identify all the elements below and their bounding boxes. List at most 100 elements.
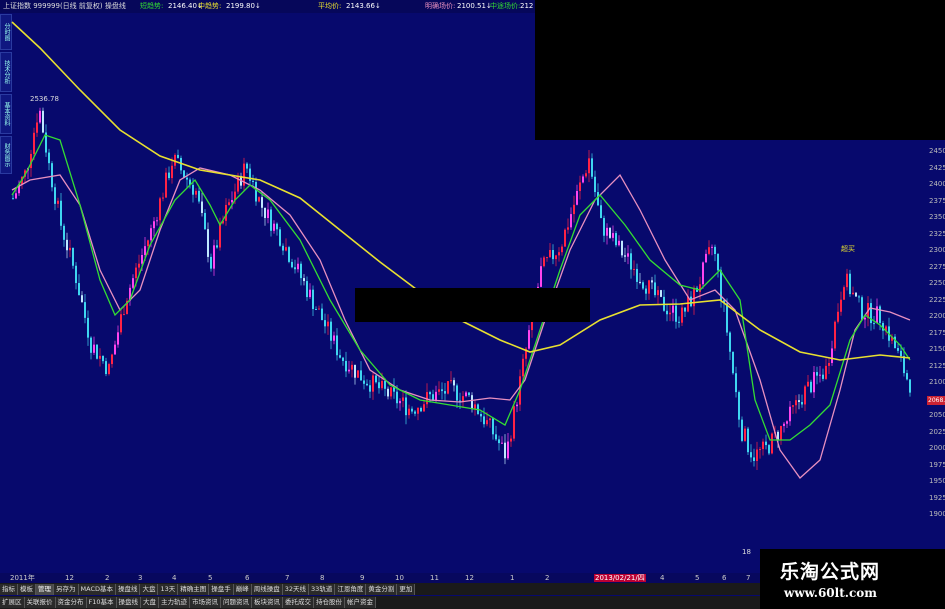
candle-body xyxy=(339,355,341,358)
candle-body xyxy=(780,425,782,441)
candle-body xyxy=(444,391,446,394)
indicator-tab[interactable]: 巅峰 xyxy=(233,584,252,595)
candle-body xyxy=(543,257,545,267)
y-tick: 1950 xyxy=(929,477,945,485)
indicator-tab[interactable]: 大盘 xyxy=(140,584,159,595)
y-tick: 2150 xyxy=(929,345,945,353)
x-tick: 11 xyxy=(430,574,439,582)
indicator-tab[interactable]: 另存为 xyxy=(54,584,79,595)
candle-body xyxy=(654,282,656,296)
candle-body xyxy=(615,233,617,246)
candle-body xyxy=(294,267,296,270)
candle-body xyxy=(813,372,815,393)
candle-body xyxy=(597,192,599,206)
candle-body xyxy=(108,364,110,375)
candle-body xyxy=(168,172,170,179)
current-price-tag: 2068.6 xyxy=(927,396,945,405)
y-tick: 2275 xyxy=(929,262,945,271)
candle-body xyxy=(588,158,590,174)
candle-body xyxy=(381,380,383,389)
indicator-tab[interactable]: 操盘手 xyxy=(209,584,234,595)
function-tab[interactable]: 大盘 xyxy=(141,597,160,608)
indicator-tab[interactable]: 更加 xyxy=(397,584,416,595)
indicator-tab[interactable]: 指标 xyxy=(0,584,18,595)
candle-body xyxy=(276,223,278,230)
function-tab[interactable]: 主力轨迹 xyxy=(159,597,191,608)
candle-body xyxy=(633,268,635,270)
candle-body xyxy=(630,253,632,270)
candle-body xyxy=(894,336,896,349)
candle-body xyxy=(480,413,482,417)
low-price-label: 18 xyxy=(742,548,751,556)
indicator-tab[interactable]: 13天 xyxy=(158,584,179,595)
candle-body xyxy=(420,407,422,412)
indicator-tab[interactable]: 周线操盘 xyxy=(251,584,283,595)
candle-body xyxy=(12,198,14,200)
candle-body xyxy=(501,442,503,444)
candle-body xyxy=(561,246,563,253)
candle-body xyxy=(642,282,644,289)
candle-body xyxy=(540,266,542,287)
candle-body xyxy=(282,245,284,251)
indicator-tab[interactable]: 管理 xyxy=(36,584,54,595)
date-axis: 2011年 12 2 3 4 5 6 7 8 9 10 11 12 1 2 2013/02/21/四 4 5 6 7 xyxy=(0,573,760,583)
candle-body xyxy=(258,197,260,202)
indicator-tab[interactable]: 33轨道 xyxy=(309,584,336,595)
y-tick: 2325 xyxy=(929,229,945,238)
indicator-tab[interactable]: 江恩角度 xyxy=(335,584,367,595)
candle-body xyxy=(651,280,653,283)
candle-body xyxy=(483,416,485,425)
indicator-tab[interactable]: 黄金分割 xyxy=(366,584,398,595)
candle-body xyxy=(120,314,122,333)
candle-body xyxy=(306,281,308,298)
candle-body xyxy=(609,227,611,238)
function-tab[interactable]: 持仓股份 xyxy=(314,597,346,608)
indicator-tab[interactable]: 模板 xyxy=(18,584,36,595)
candle-body xyxy=(84,302,86,318)
candle-body xyxy=(684,307,686,312)
x-tick: 2013/02/21/四 xyxy=(594,574,646,582)
candle-body xyxy=(138,263,140,268)
function-tab[interactable]: 帐户资金 xyxy=(345,597,377,608)
candle-body xyxy=(48,152,50,164)
candle-body xyxy=(636,268,638,282)
candle-body xyxy=(726,303,728,333)
y-tick: 2050 xyxy=(929,411,945,419)
candle-body xyxy=(384,380,386,389)
candle-body xyxy=(150,228,152,241)
candle-body xyxy=(843,287,845,300)
indicator-tab[interactable]: MACD基本 xyxy=(78,584,116,595)
function-tab[interactable]: 市场资讯 xyxy=(190,597,222,608)
candle-body xyxy=(462,396,464,402)
candle-body xyxy=(792,405,794,407)
candle-body xyxy=(423,404,425,412)
candle-body xyxy=(54,187,56,204)
candle-body xyxy=(558,252,560,256)
function-tab[interactable]: 委托成交 xyxy=(283,597,315,608)
function-tab[interactable]: 操盘线 xyxy=(116,597,142,608)
function-tab[interactable]: F10基本 xyxy=(86,597,117,608)
indicator-tab[interactable]: 32天线 xyxy=(282,584,310,595)
candle-body xyxy=(507,441,509,459)
candle-body xyxy=(669,312,671,315)
candle-body xyxy=(450,380,452,382)
candle-body xyxy=(228,202,230,205)
candle-body xyxy=(738,392,740,420)
candle-body xyxy=(879,306,881,323)
candle-body xyxy=(42,110,44,133)
candle-body xyxy=(729,332,731,352)
function-tab[interactable]: 扩展区 xyxy=(0,597,25,608)
x-tick: 8 xyxy=(320,574,325,582)
indicator-tab[interactable]: 精确主图 xyxy=(178,584,210,595)
indicator-tab[interactable]: 操盘线 xyxy=(115,584,141,595)
function-tab[interactable]: 问题资讯 xyxy=(221,597,253,608)
function-tab[interactable]: 关联报价 xyxy=(24,597,56,608)
candle-body xyxy=(219,223,221,248)
function-tab[interactable]: 资金分布 xyxy=(55,597,87,608)
candle-body xyxy=(402,397,404,401)
function-tab[interactable]: 板块资讯 xyxy=(252,597,284,608)
candle-body xyxy=(864,317,866,320)
candle-body xyxy=(666,310,668,315)
watermark-url: www.60lt.com xyxy=(784,586,877,600)
watermark-title: 乐淘公式网 xyxy=(780,561,881,583)
